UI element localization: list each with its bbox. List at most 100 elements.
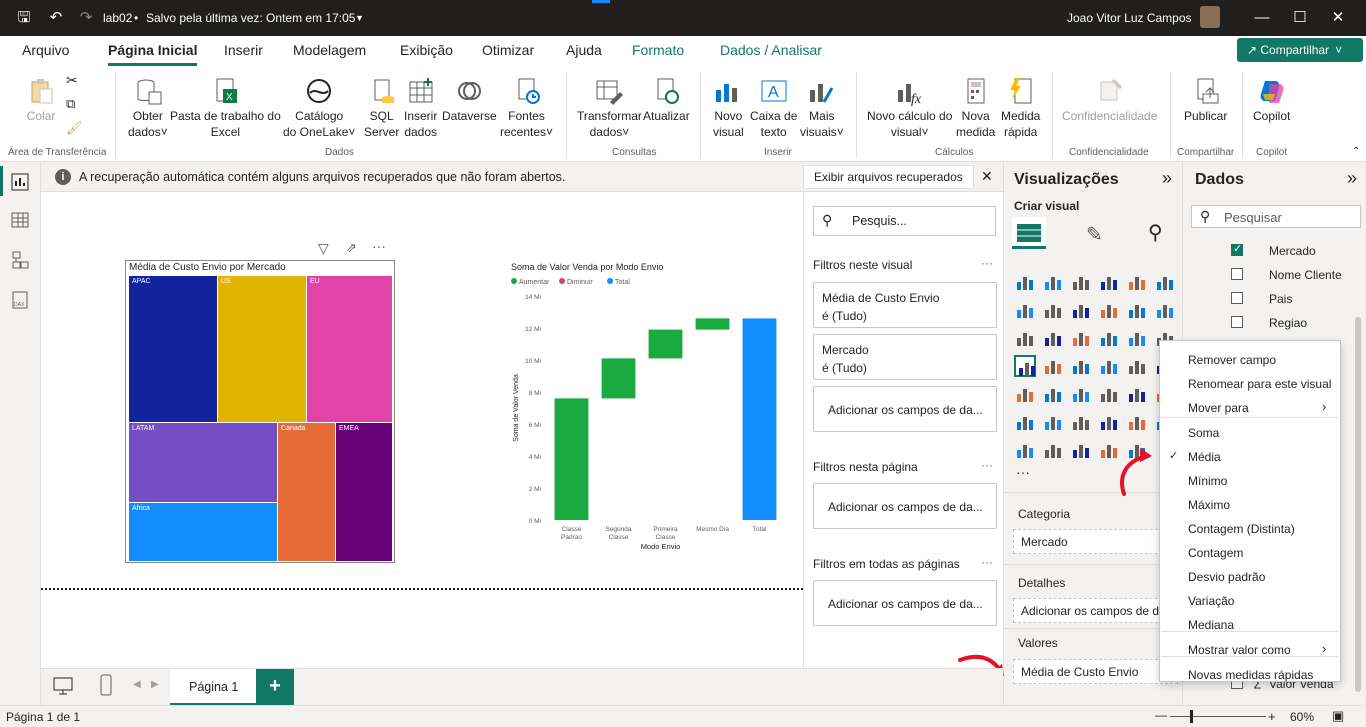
share-button[interactable]: ↗ Compartilhar ˅: [1237, 38, 1363, 62]
stacked-bar-icon[interactable]: [1014, 271, 1036, 293]
paginated-report-icon[interactable]: [1126, 411, 1148, 433]
menu-item-maximo[interactable]: Máximo: [1188, 498, 1230, 512]
funnel-icon[interactable]: [1070, 327, 1092, 349]
more-options-icon[interactable]: ···: [372, 238, 386, 254]
close-icon[interactable]: ✕: [1328, 8, 1348, 28]
area-chart-icon[interactable]: [1042, 299, 1064, 321]
model-view-icon[interactable]: [10, 250, 30, 270]
collapse-ribbon-icon[interactable]: ⌃: [1352, 146, 1360, 157]
copilot-button[interactable]: Copilot: [1253, 76, 1290, 124]
close-icon[interactable]: ✕: [981, 168, 993, 185]
tab-ajuda[interactable]: Ajuda: [566, 42, 602, 58]
page-next-icon[interactable]: ▶: [151, 679, 159, 690]
100-area-icon[interactable]: [1098, 299, 1120, 321]
zoom-out-icon[interactable]: —: [1155, 708, 1167, 722]
zoom-slider[interactable]: [1170, 716, 1266, 717]
clustered-bar-icon[interactable]: [1070, 271, 1092, 293]
field-checkbox-regiao[interactable]: [1231, 316, 1243, 328]
zoom-in-icon[interactable]: +: [1268, 709, 1276, 724]
redo-icon[interactable]: ↷: [76, 8, 96, 28]
menu-item-renomear-para-este-visual[interactable]: Renomear para este visual: [1188, 377, 1331, 391]
line-column-icon[interactable]: [1126, 299, 1148, 321]
collapse-pane-icon[interactable]: »: [1347, 168, 1357, 189]
filter-drop-all-pages[interactable]: Adicionar os campos de da...: [813, 580, 997, 626]
metrics-icon[interactable]: [1070, 439, 1092, 461]
menu-item-remover-campo[interactable]: Remover campo: [1188, 353, 1276, 367]
100-bar-icon[interactable]: [1126, 271, 1148, 293]
menu-item-minimo[interactable]: Mínimo: [1188, 474, 1227, 488]
treemap-icon[interactable]: [1014, 355, 1036, 377]
ribbon-chart-icon[interactable]: [1014, 327, 1036, 349]
menu-item-contagem-distinta[interactable]: Contagem (Distinta): [1188, 522, 1295, 536]
qa-icon[interactable]: [1070, 411, 1092, 433]
filter-icon[interactable]: ▽: [318, 240, 329, 257]
slicer-icon[interactable]: [1042, 383, 1064, 405]
line-clustered-icon[interactable]: [1154, 299, 1176, 321]
page-prev-icon[interactable]: ◀: [133, 679, 141, 690]
desktop-layout-icon[interactable]: [53, 677, 73, 695]
tab-dados-analisar[interactable]: Dados / Analisar: [720, 42, 822, 58]
map-icon[interactable]: [1042, 355, 1064, 377]
field-mercado[interactable]: Mercado: [1269, 244, 1316, 258]
scrollbar[interactable]: [1355, 317, 1361, 692]
treemap-tile[interactable]: LATAM: [129, 423, 277, 502]
publish-button[interactable]: Publicar: [1184, 76, 1227, 124]
azure-map-icon[interactable]: [1098, 355, 1120, 377]
more-visuals-icon[interactable]: ···: [1016, 464, 1030, 480]
more-options-icon[interactable]: ···: [981, 256, 993, 270]
zoom-slider-thumb[interactable]: [1190, 710, 1193, 723]
copy-icon[interactable]: ⧉: [66, 96, 75, 112]
stacked-column-icon[interactable]: [1042, 271, 1064, 293]
new-visual-calculation-button[interactable]: fx Novo cálculo do visual˅: [867, 76, 952, 140]
treemap-visual[interactable]: ▽ ⇗ ··· Média de Custo Envio por Mercado…: [125, 238, 395, 563]
minimize-icon[interactable]: —: [1252, 8, 1272, 28]
quick-measure-button[interactable]: Medida rápida: [1001, 76, 1040, 140]
menu-item-contagem[interactable]: Contagem: [1188, 546, 1243, 560]
format-visual-icon[interactable]: ✎: [1086, 222, 1103, 247]
refresh-button[interactable]: Atualizar: [643, 76, 690, 124]
pie-icon[interactable]: [1126, 327, 1148, 349]
page-tab-1[interactable]: Página 1: [170, 669, 256, 706]
analytics-icon[interactable]: ⚲: [1148, 220, 1163, 245]
field-checkbox-nome-cliente[interactable]: [1231, 268, 1243, 280]
details-field-well[interactable]: Adicionar os campos de da: [1013, 598, 1178, 623]
power-automate-icon[interactable]: [1014, 439, 1036, 461]
category-field-well[interactable]: Mercado⌄: [1013, 529, 1178, 554]
filter-card-mercado[interactable]: Mercado é (Tudo): [813, 334, 997, 380]
paste-button[interactable]: Colar: [26, 76, 56, 124]
tab-formato[interactable]: Formato: [632, 42, 684, 58]
menu-item-media[interactable]: Média: [1188, 450, 1221, 464]
chevron-down-icon[interactable]: ▼: [355, 13, 364, 23]
format-painter-icon[interactable]: 🖌: [66, 120, 83, 136]
100-column-icon[interactable]: [1154, 271, 1176, 293]
treemap-tile[interactable]: APAC: [129, 276, 217, 422]
gauge-icon[interactable]: [1126, 355, 1148, 377]
filter-card-custo-envio[interactable]: Média de Custo Envio é (Tudo): [813, 282, 997, 328]
menu-item-mover-para[interactable]: Mover para: [1188, 401, 1249, 415]
mobile-layout-icon[interactable]: [99, 674, 113, 696]
menu-item-mediana[interactable]: Mediana: [1188, 618, 1234, 632]
key-influencers-icon[interactable]: [1014, 411, 1036, 433]
decomposition-tree-icon[interactable]: [1042, 411, 1064, 433]
narrative-icon[interactable]: [1098, 411, 1120, 433]
filled-map-icon[interactable]: [1070, 355, 1092, 377]
tab-inserir[interactable]: Inserir: [224, 42, 263, 58]
dax-query-view-icon[interactable]: DAX: [10, 290, 30, 310]
treemap-tile[interactable]: EMEA: [336, 423, 392, 561]
new-visual-button[interactable]: Novo visual: [713, 76, 744, 140]
table-icon[interactable]: [1070, 383, 1092, 405]
table-view-icon[interactable]: [10, 210, 30, 230]
insert-data-button[interactable]: Inserir dados: [404, 76, 437, 140]
menu-item-variacao[interactable]: Variação: [1188, 594, 1234, 608]
tab-modelagem[interactable]: Modelagem: [293, 42, 366, 58]
tab-pagina-inicial[interactable]: Página Inicial: [108, 42, 198, 66]
field-regiao[interactable]: Regiao: [1269, 316, 1307, 330]
menu-item-soma[interactable]: Soma: [1188, 426, 1219, 440]
more-options-icon[interactable]: ···: [981, 458, 993, 472]
filter-search-input[interactable]: ⚲ Pesquis...: [813, 206, 996, 236]
waterfall-icon[interactable]: [1042, 327, 1064, 349]
new-measure-button[interactable]: Nova medida: [956, 76, 995, 140]
field-nome-cliente[interactable]: Nome Cliente: [1269, 268, 1342, 282]
text-box-button[interactable]: A Caixa de texto: [750, 76, 797, 140]
more-visuals-button[interactable]: Mais visuais˅: [800, 76, 844, 140]
